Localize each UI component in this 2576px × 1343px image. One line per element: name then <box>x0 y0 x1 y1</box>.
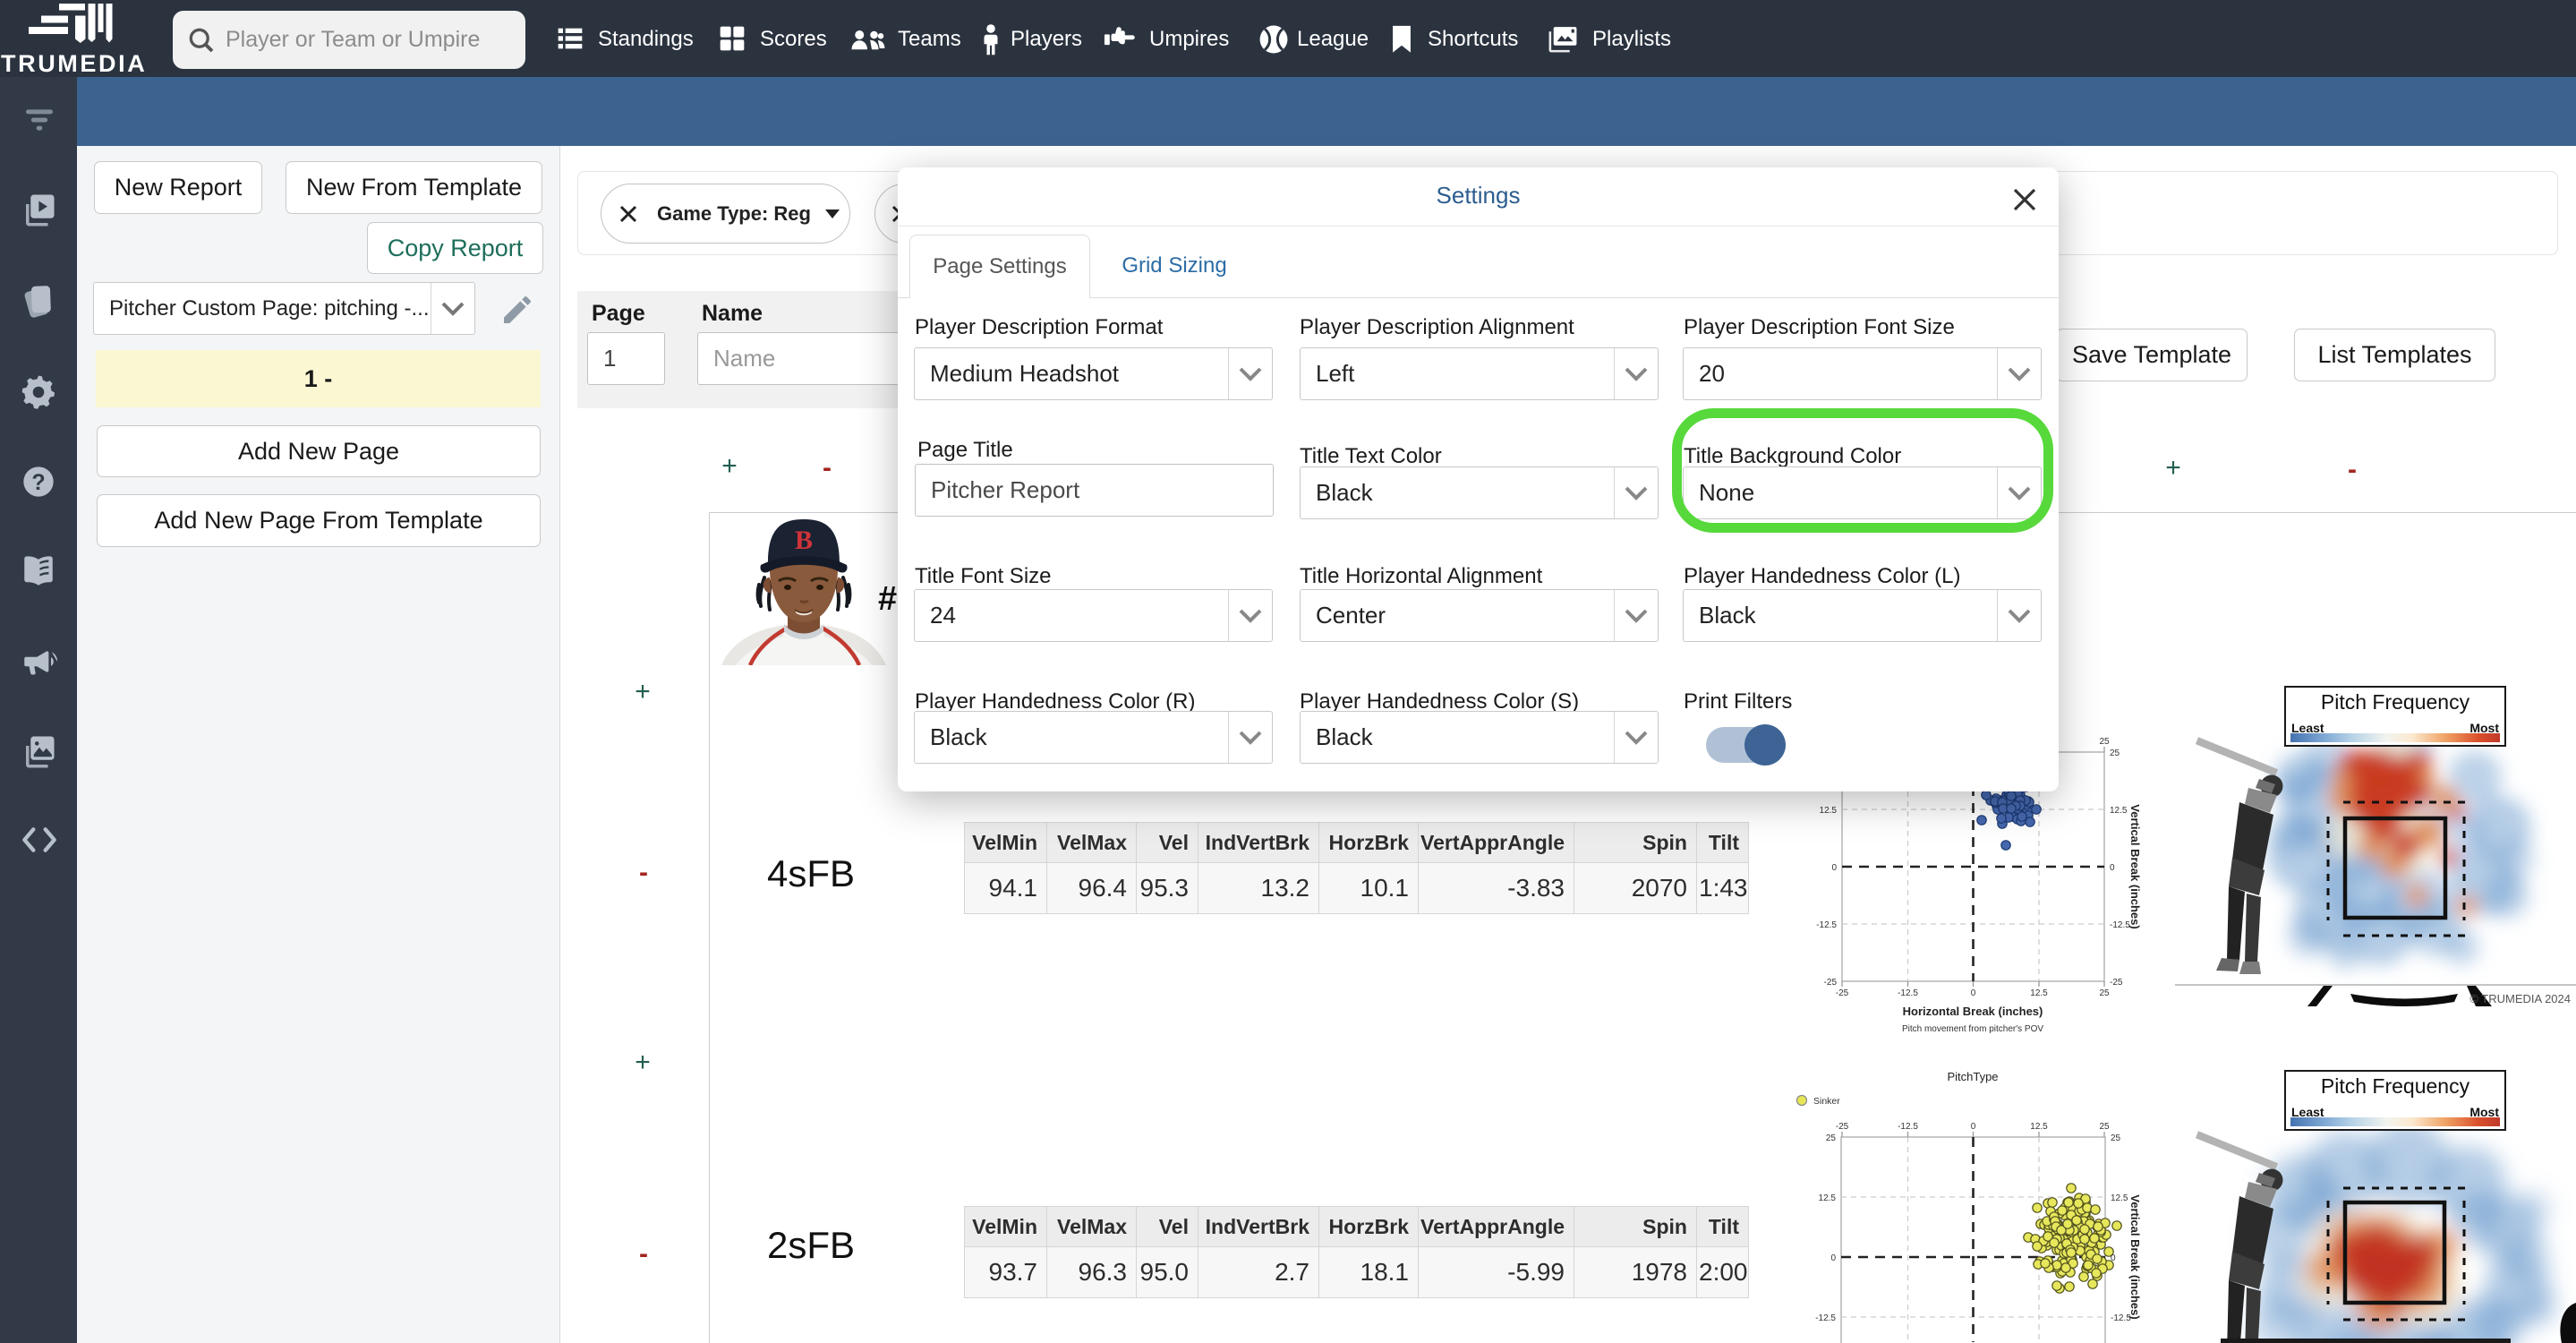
svg-text:25: 25 <box>2099 988 2110 998</box>
svg-text:-25: -25 <box>1836 988 1849 998</box>
svg-text:0: 0 <box>1831 863 1837 873</box>
svg-text:0: 0 <box>1830 1253 1836 1263</box>
svg-text:0: 0 <box>1971 988 1976 998</box>
svg-text:12.5: 12.5 <box>2030 1122 2048 1132</box>
svg-text:25: 25 <box>2111 1133 2121 1143</box>
svg-text:Sinker: Sinker <box>1813 1096 1840 1107</box>
svg-text:-25: -25 <box>1836 1122 1849 1132</box>
svg-text:-12.5: -12.5 <box>1898 1122 1918 1132</box>
svg-text:0: 0 <box>2111 1253 2116 1263</box>
svg-text:PitchType: PitchType <box>1947 1070 1998 1083</box>
svg-text:Pitch movement from pitcher's: Pitch movement from pitcher's POV <box>1902 1024 2043 1034</box>
svg-text:-12.5: -12.5 <box>1815 1313 1836 1323</box>
svg-text:-12.5: -12.5 <box>2110 920 2130 930</box>
svg-text:B: B <box>795 526 813 555</box>
svg-text:-25: -25 <box>1824 978 1838 988</box>
svg-text:12.5: 12.5 <box>2030 988 2048 998</box>
svg-text:12.5: 12.5 <box>2111 1193 2128 1203</box>
svg-text:?: ? <box>31 470 45 495</box>
svg-text:12.5: 12.5 <box>1819 1193 1837 1203</box>
svg-text:© TRUMEDIA 2024: © TRUMEDIA 2024 <box>2469 992 2571 1005</box>
svg-text:12.5: 12.5 <box>2110 806 2128 816</box>
svg-text:0: 0 <box>1971 1122 1976 1132</box>
svg-text:25: 25 <box>2099 737 2110 747</box>
svg-text:0: 0 <box>2110 863 2115 873</box>
svg-text:12.5: 12.5 <box>1820 806 1838 816</box>
svg-text:-12.5: -12.5 <box>1898 988 1918 998</box>
svg-text:-12.5: -12.5 <box>2111 1313 2131 1323</box>
svg-text:25: 25 <box>2110 748 2120 758</box>
svg-text:Horizontal Break (inches): Horizontal Break (inches) <box>1903 1005 2043 1018</box>
svg-text:Vertical Break (inches): Vertical Break (inches) <box>2128 804 2142 928</box>
svg-text:Vertical Break (inches): Vertical Break (inches) <box>2128 1194 2142 1319</box>
svg-text:25: 25 <box>2099 1122 2110 1132</box>
svg-text:-12.5: -12.5 <box>1816 920 1837 930</box>
svg-text:25: 25 <box>1826 1133 1837 1143</box>
svg-text:-25: -25 <box>2110 978 2123 988</box>
